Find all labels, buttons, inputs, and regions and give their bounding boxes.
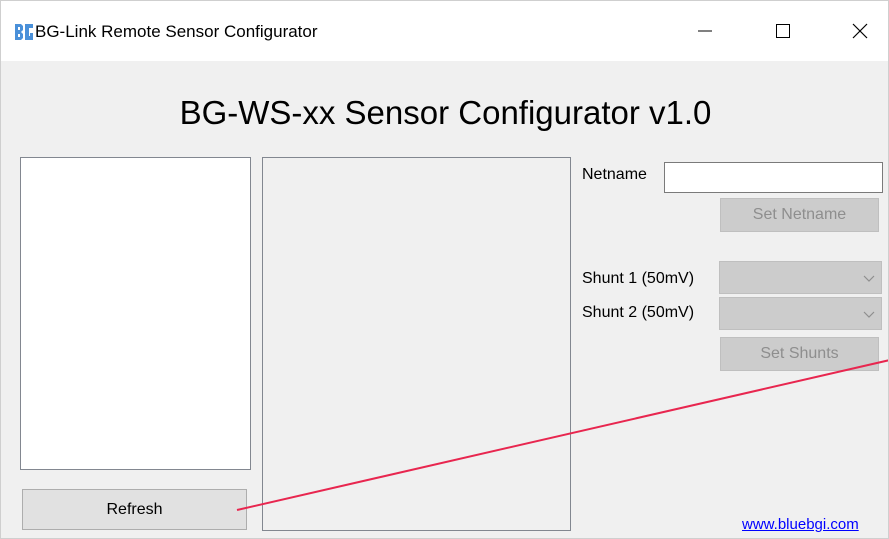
chevron-down-icon [863, 275, 875, 282]
chevron-down-icon [863, 311, 875, 318]
close-button[interactable] [837, 1, 883, 61]
title-bar[interactable]: BG-Link Remote Sensor Configurator [1, 1, 888, 61]
set-netname-button[interactable]: Set Netname [720, 198, 879, 232]
minimize-icon [698, 30, 712, 32]
website-link[interactable]: www.bluebgi.com [742, 516, 859, 533]
minimize-button[interactable] [682, 1, 728, 61]
details-panel[interactable] [262, 157, 571, 531]
device-listbox[interactable] [20, 157, 251, 470]
maximize-button[interactable] [760, 1, 806, 61]
app-window: BG-Link Remote Sensor Configurator BG-WS… [0, 0, 889, 539]
bg-link-app-icon [15, 24, 33, 40]
netname-label: Netname [582, 166, 647, 183]
shunt1-label: Shunt 1 (50mV) [582, 270, 695, 287]
shunt2-label: Shunt 2 (50mV) [582, 304, 695, 321]
maximize-icon [776, 24, 790, 38]
close-icon [852, 23, 868, 39]
netname-input[interactable] [664, 162, 883, 193]
shunt2-select[interactable] [719, 297, 882, 330]
shunt1-select[interactable] [719, 261, 882, 294]
refresh-button[interactable]: Refresh [22, 489, 247, 530]
set-shunts-button[interactable]: Set Shunts [720, 337, 879, 371]
page-title: BG-WS-xx Sensor Configurator v1.0 [179, 94, 712, 131]
window-title: BG-Link Remote Sensor Configurator [35, 22, 318, 41]
